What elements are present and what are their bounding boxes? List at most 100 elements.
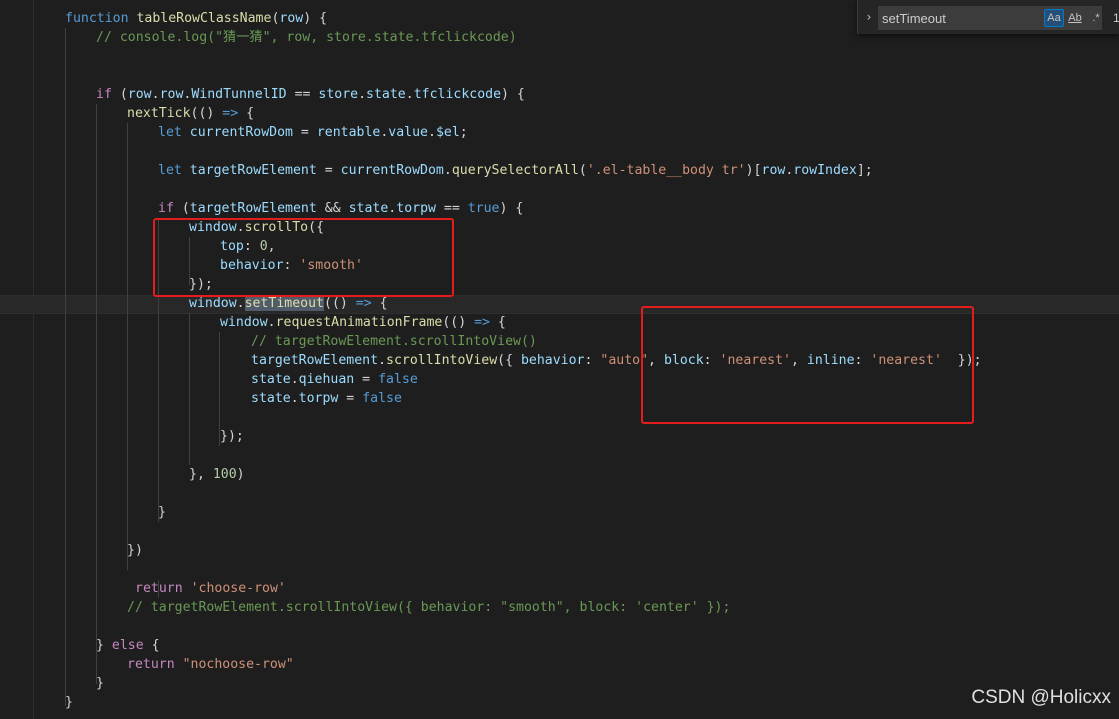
code-token: let: [158, 125, 190, 140]
code-token: querySelectorAll: [451, 163, 579, 178]
code-token: state: [348, 201, 389, 216]
annotation-box-scrollintoview: [641, 306, 974, 424]
code-token: });: [220, 429, 244, 444]
code-token: state: [366, 87, 406, 102]
code-line: }: [96, 674, 104, 693]
code-token: .: [378, 353, 386, 368]
code-token: }: [96, 676, 104, 691]
code-token: $el: [435, 125, 460, 140]
code-token: currentRowDom: [189, 125, 293, 140]
code-token: store: [318, 87, 359, 102]
code-token: .: [290, 372, 299, 387]
code-token: ];: [856, 163, 873, 178]
code-token: row: [761, 163, 786, 178]
code-token: ((): [324, 296, 356, 311]
code-token: =: [316, 163, 341, 178]
indent-guide: [96, 104, 97, 684]
match-case-toggle[interactable]: Aa: [1044, 9, 1064, 27]
code-token: window: [220, 315, 268, 330]
code-token: (: [119, 87, 128, 102]
code-token: behavior: [520, 353, 585, 368]
find-result-count: 1: [1113, 11, 1119, 25]
code-token: // console.log("猜一猜", row, store.state.t…: [96, 30, 517, 45]
code-token: false: [362, 391, 402, 406]
code-token: ) {: [501, 87, 525, 102]
code-token: .: [267, 315, 276, 330]
code-token: ): [236, 467, 245, 482]
code-line: nextTick(() => {: [127, 104, 254, 123]
code-token: {: [489, 315, 506, 330]
code-token: ==: [286, 87, 319, 102]
code-token: =: [292, 125, 317, 140]
code-token: ((): [190, 106, 223, 121]
code-token: targetRowElement: [189, 201, 317, 216]
code-token: state: [251, 372, 291, 387]
code-token: }: [65, 695, 73, 710]
code-line: if (targetRowElement && state.torpw == t…: [158, 199, 523, 218]
code-token: .: [151, 87, 160, 102]
code-token: false: [378, 372, 418, 387]
code-token: row: [127, 87, 152, 102]
code-token: nextTick: [127, 106, 191, 121]
code-token: (: [578, 163, 587, 178]
code-token: ;: [459, 125, 468, 140]
code-token: torpw: [298, 391, 339, 406]
code-token: rentable: [316, 125, 381, 140]
code-token: return: [135, 581, 191, 596]
code-token: currentRowDom: [340, 163, 444, 178]
watermark: CSDN @Holicxx: [971, 687, 1111, 708]
code-token: rowIndex: [793, 163, 857, 178]
code-token: value: [388, 125, 428, 140]
code-token: .: [290, 391, 299, 406]
code-line: window.requestAnimationFrame(() => {: [220, 313, 506, 332]
code-line: // targetRowElement.scrollIntoView({ beh…: [127, 598, 730, 617]
code-line: });: [220, 427, 244, 446]
code-token: // targetRowElement.scrollIntoView(): [251, 334, 537, 349]
code-line: let currentRowDom = rentable.value.$el;: [158, 123, 468, 142]
code-token: tableRowClassName: [136, 11, 272, 26]
code-token: =: [338, 391, 363, 406]
search-match-highlight: setTimeout: [244, 296, 324, 311]
code-line: let targetRowElement = currentRowDom.que…: [158, 161, 873, 180]
code-token: window: [189, 296, 237, 311]
code-line: }: [158, 503, 166, 522]
code-token: row: [279, 11, 304, 26]
toggle-replace-chevron-icon[interactable]: ›: [862, 9, 876, 25]
annotation-box-scrollto: [153, 218, 454, 297]
code-token: ((): [442, 315, 475, 330]
code-token: (: [181, 201, 190, 216]
code-line: function tableRowClassName(row) {: [65, 9, 327, 28]
code-token: 100: [212, 467, 237, 482]
code-line: // targetRowElement.scrollIntoView(): [251, 332, 537, 351]
code-token: }: [158, 505, 166, 520]
code-token: '.el-table__body tr': [586, 163, 746, 178]
code-token: 'choose-row': [190, 581, 286, 596]
code-token: }): [127, 543, 143, 558]
code-token: return: [127, 657, 183, 672]
code-token: ==: [435, 201, 468, 216]
code-token: )[: [745, 163, 762, 178]
code-token: =>: [474, 315, 490, 330]
code-editor[interactable]: function tableRowClassName(row) { // cons…: [0, 0, 1119, 719]
code-token: targetRowElement: [251, 353, 379, 368]
indent-guide: [127, 123, 128, 570]
code-line: } else {: [96, 636, 160, 655]
code-token: WindTunnelID: [191, 87, 287, 102]
code-token: qiehuan: [298, 372, 355, 387]
code-token: =: [354, 372, 379, 387]
code-line: return 'choose-row': [135, 579, 286, 598]
code-token: scrollIntoView: [386, 353, 498, 368]
code-token: }: [96, 638, 112, 653]
code-token: if: [96, 87, 120, 102]
indent-guide: [189, 313, 190, 465]
code-token: requestAnimationFrame: [275, 315, 443, 330]
code-token: {: [143, 638, 160, 653]
whole-word-toggle[interactable]: Ab: [1066, 9, 1084, 27]
code-token: .: [405, 87, 414, 102]
code-line: }: [65, 693, 73, 712]
code-token: .: [358, 87, 367, 102]
code-token: .: [443, 163, 452, 178]
code-line: state.qiehuan = false: [251, 370, 418, 389]
regex-toggle[interactable]: .*: [1088, 9, 1104, 27]
code-token: {: [371, 296, 388, 311]
